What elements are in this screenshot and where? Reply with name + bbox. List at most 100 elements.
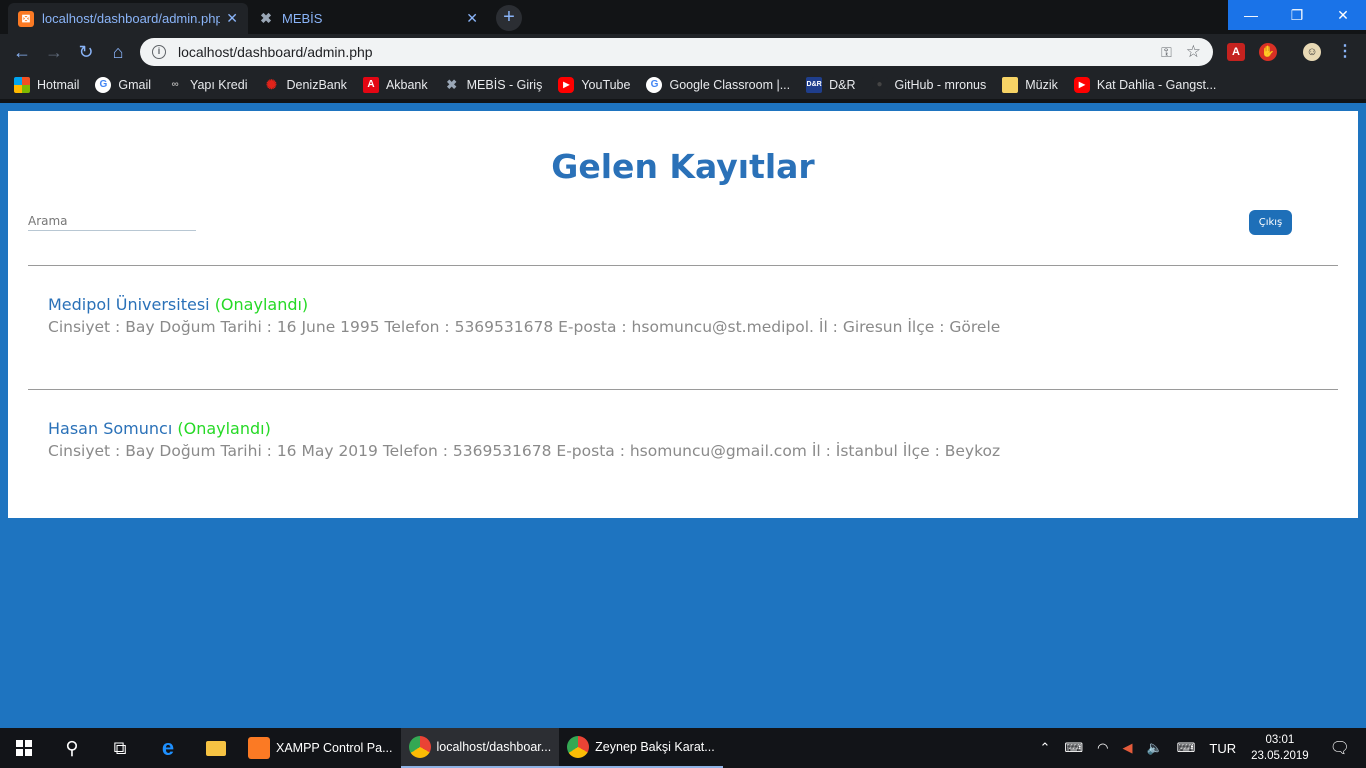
taskbar-app-label: localhost/dashboar... [436,740,552,754]
taskbar-app-label: XAMPP Control Pa... [276,741,393,755]
info-icon[interactable]: i [152,45,166,59]
bookmark-mebis[interactable]: ✖ MEBİS - Giriş [444,76,543,93]
home-icon[interactable]: ⌂ [106,40,130,64]
browser-chrome: ⊠ localhost/dashboard/admin.php ✕ ✖ MEBİ… [0,0,1366,103]
mebis-icon: ✖ [260,10,272,26]
taskbar: ⚲ ⧉ e XAMPP Control Pa... localhost/dash… [0,728,1366,768]
record-header: Medipol Üniversitesi (Onaylandı) [48,294,1328,316]
new-tab-button[interactable]: + [496,5,522,31]
status-badge: (Onaylandı) [177,419,271,438]
window-controls: — ❐ ✕ [1228,0,1366,30]
divider [28,389,1338,390]
volume-icon[interactable]: 🔈 [1146,740,1162,756]
key-icon[interactable]: ⚿ [1161,44,1172,61]
task-view-icon[interactable]: ⧉ [96,728,144,768]
tab-strip: ⊠ localhost/dashboard/admin.php ✕ ✖ MEBİ… [0,0,1366,34]
bookmark-label: Müzik [1025,77,1058,92]
bookmark-label: Hotmail [37,77,80,92]
record-details: Cinsiyet : Bay Doğum Tarihi : 16 June 19… [48,318,1001,336]
bookmark-hotmail[interactable]: Hotmail [14,76,80,93]
taskbar-app-chrome-localhost[interactable]: localhost/dashboar... [400,728,560,768]
edge-icon[interactable]: e [144,728,192,768]
akbank-icon: A [362,76,379,93]
chrome-icon [408,736,431,758]
chrome-icon [567,736,590,758]
close-icon[interactable]: ✕ [466,10,478,27]
bookmark-label: Kat Dahlia - Gangst... [1096,77,1217,92]
restore-button[interactable]: ❐ [1274,0,1320,30]
bookmark-gmail[interactable]: G Gmail [95,76,152,93]
start-button[interactable] [0,728,48,768]
dr-icon: D&R [806,76,823,93]
adblock-extension-icon[interactable]: ✋ [1259,43,1277,61]
mebis-icon: ✖ [446,76,458,92]
windows-icon [14,76,30,93]
status-badge: (Onaylandı) [214,295,309,314]
record-header: Hasan Somuncı (Onaylandı) [48,418,1328,440]
windows-logo-icon [16,740,32,756]
youtube-icon: ▶ [1073,76,1090,93]
record-item: Hasan Somuncı (Onaylandı) Cinsiyet : Bay… [48,418,1328,462]
notifications-icon[interactable]: 🗨 [1330,738,1350,758]
bookmark-yapikredi[interactable]: ∞ Yapı Kredi [167,77,247,93]
yapikredi-icon: ∞ [171,79,179,90]
tab-title: localhost/dashboard/admin.php [42,11,221,26]
bookmark-denizbank[interactable]: ✺ DenizBank [263,77,347,93]
forward-icon[interactable]: → [42,40,66,64]
minimize-button[interactable]: — [1228,0,1274,30]
antivirus-icon[interactable]: ◀ [1122,740,1132,756]
bookmark-label: GitHub - mronus [894,77,987,92]
record-item: Medipol Üniversitesi (Onaylandı) Cinsiye… [48,294,1328,338]
bookmark-dr[interactable]: D&R D&R [806,76,856,93]
system-tray: ⌃ ⌨ ◠ ◀ 🔈 ⌨ TUR 03:01 23.05.2019 🗨 [1032,728,1366,768]
bookmark-classroom[interactable]: G Google Classroom |... [646,76,791,93]
bookmark-label: Akbank [385,77,428,92]
bookmark-label: MEBİS - Giriş [466,77,543,92]
clock[interactable]: 03:01 23.05.2019 [1251,732,1309,764]
network-icon[interactable]: ⌨ [1064,740,1083,756]
chevron-up-icon[interactable]: ⌃ [1039,740,1050,756]
bookmark-label: Google Classroom |... [669,77,791,92]
keyboard-icon[interactable]: ⌨ [1177,740,1196,756]
record-name: Medipol Üniversitesi [48,295,210,314]
page-card: Gelen Kayıtlar Çıkış Medipol Üniversites… [8,111,1358,518]
bookmark-katdahlia[interactable]: ▶ Kat Dahlia - Gangst... [1073,76,1217,93]
bookmark-label: Gmail [118,77,152,92]
browser-toolbar: ← → ↻ ⌂ i ⚿ ☆ A ✋ ☺ ⋮ [0,34,1366,70]
taskbar-app-label: Zeynep Bakşi Karat... [595,740,715,754]
youtube-icon: ▶ [558,76,575,93]
bookmark-youtube[interactable]: ▶ YouTube [558,76,631,93]
reload-icon[interactable]: ↻ [74,40,98,64]
google-icon: G [646,76,663,93]
star-icon[interactable]: ☆ [1186,42,1201,62]
language-indicator[interactable]: TUR [1209,741,1236,756]
pdf-extension-icon[interactable]: A [1227,43,1245,61]
taskbar-app-xampp[interactable]: XAMPP Control Pa... [240,728,401,768]
avatar[interactable]: ☺ [1303,43,1321,61]
bookmark-label: YouTube [581,77,631,92]
tab-mebis[interactable]: ✖ MEBİS ✕ [248,3,488,34]
folder-icon [1002,76,1019,93]
close-icon[interactable]: ✕ [226,10,238,27]
bookmark-github[interactable]: ● GitHub - mronus [871,76,987,93]
menu-icon[interactable]: ⋮ [1336,43,1354,61]
page-title: Gelen Kayıtlar [551,147,815,186]
taskbar-app-chrome-zeynep[interactable]: Zeynep Bakşi Karat... [559,728,723,768]
bookmarks-bar: Hotmail G Gmail ∞ Yapı Kredi ✺ DenizBank AA… [0,70,1366,99]
bookmark-label: Yapı Kredi [190,77,248,92]
bookmark-muzik[interactable]: Müzik [1002,76,1058,93]
bookmark-akbank[interactable]: A Akbank [362,76,428,93]
logout-button[interactable]: Çıkış [1249,210,1292,235]
search-input[interactable] [28,212,196,231]
bookmark-label: D&R [829,77,856,92]
tab-admin[interactable]: ⊠ localhost/dashboard/admin.php ✕ [8,3,248,34]
address-bar[interactable]: i ⚿ ☆ [140,38,1213,66]
url-input[interactable] [178,44,1154,60]
record-details: Cinsiyet : Bay Doğum Tarihi : 16 May 201… [48,442,1001,460]
close-window-button[interactable]: ✕ [1320,0,1366,30]
wifi-icon[interactable]: ◠ [1097,740,1108,756]
file-explorer-icon[interactable] [192,728,240,768]
back-icon[interactable]: ← [10,40,34,64]
search-icon[interactable]: ⚲ [48,728,96,768]
tab-title: MEBİS [282,11,323,26]
